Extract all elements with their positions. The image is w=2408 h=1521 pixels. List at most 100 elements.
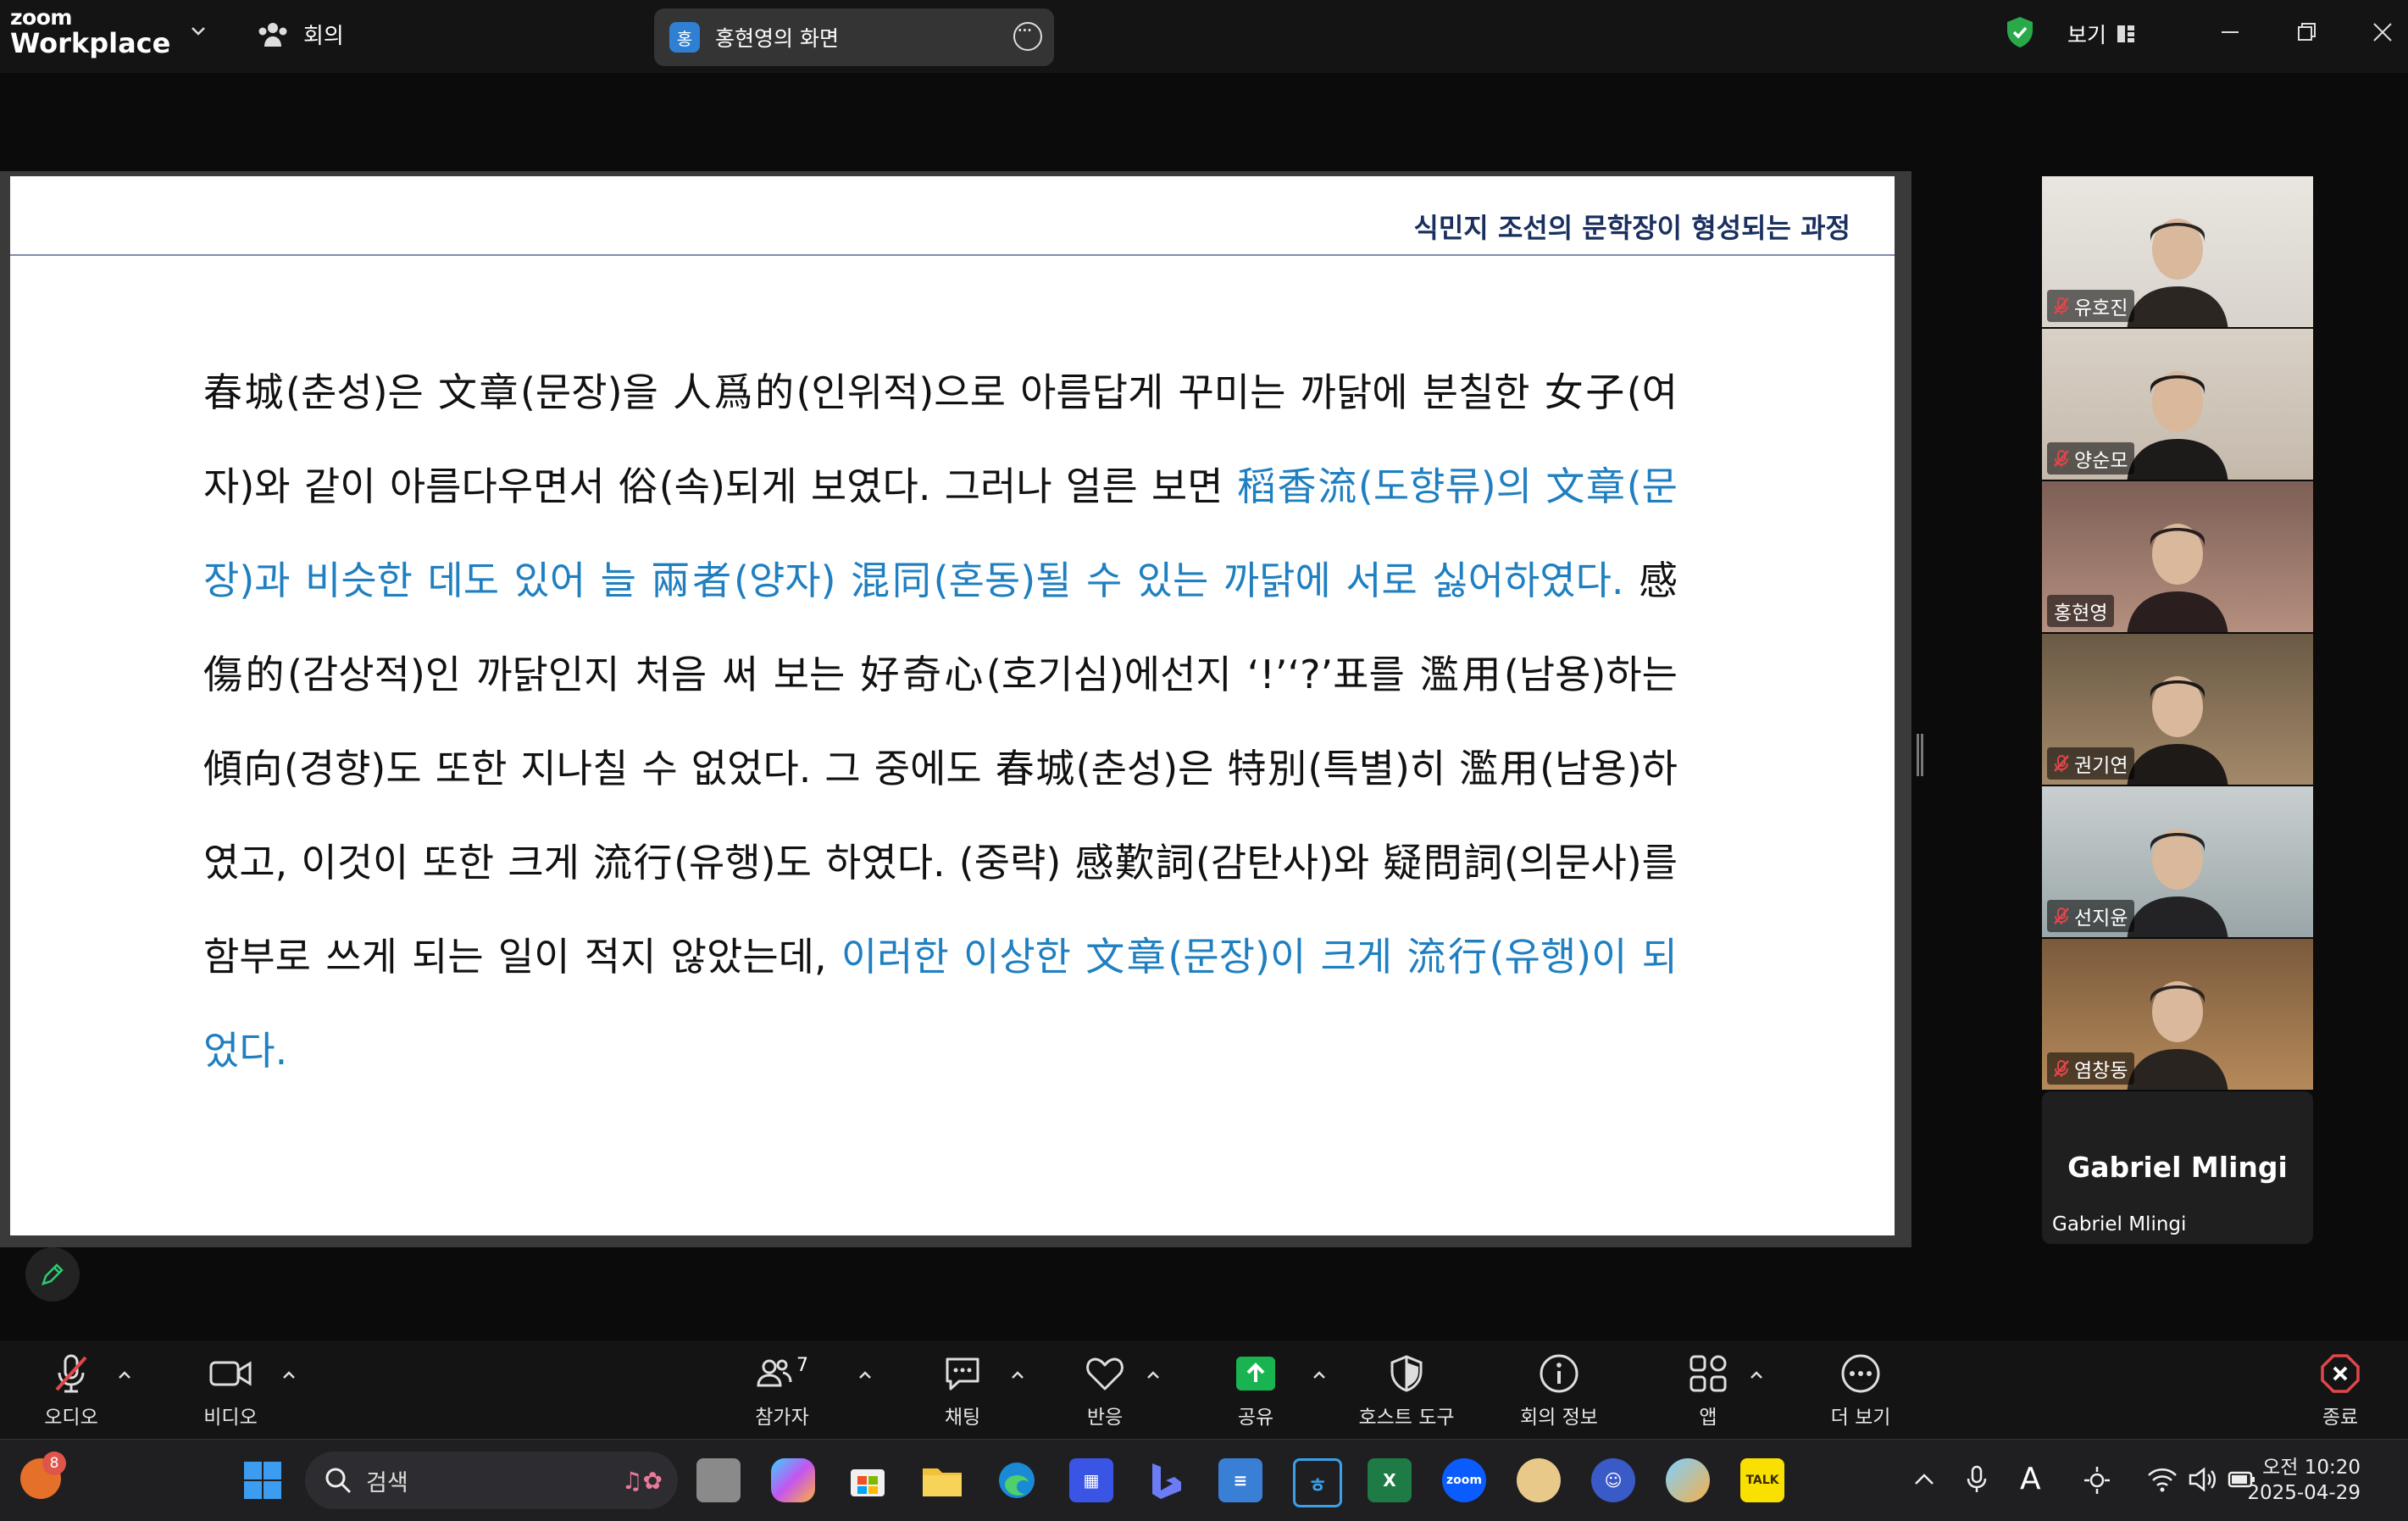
participant-name: 권기연 [2074,755,2128,777]
messenger-owl-icon[interactable] [1517,1458,1561,1502]
kakaotalk-icon[interactable]: TALK [1740,1458,1784,1502]
calendar-app-icon[interactable]: ▦ [1069,1458,1113,1502]
security-shield-icon[interactable] [2005,15,2035,49]
search-highlight-icon: ♫✿ [621,1466,663,1495]
brand-large: Workplace [10,27,171,59]
start-menu-icon[interactable] [241,1458,285,1502]
participant-name-tag: 유호진 [2047,290,2135,322]
apps-button[interactable]: 앱 [1671,1341,1745,1439]
panel-resize-handle[interactable] [1917,734,1923,776]
zoom-taskbar-icon[interactable]: zoom [1442,1458,1486,1502]
participant-silhouette [2127,371,2228,480]
video-button[interactable]: 비디오 [193,1341,268,1439]
chat-button[interactable]: 채팅 [925,1341,1000,1439]
tray-expand-icon[interactable] [1913,1470,1935,1489]
search-icon [325,1468,352,1494]
end-meeting-button[interactable]: 종료 [2303,1341,2377,1439]
ime-indicator[interactable]: A [2020,1462,2041,1496]
restore-icon[interactable] [2291,17,2322,47]
wifi-icon[interactable] [2147,1467,2178,1492]
video-camera-icon [209,1361,252,1386]
chat-icon [946,1357,979,1391]
audio-options-caret-icon[interactable] [117,1368,132,1383]
weather-widget-icon[interactable]: 8 [20,1452,66,1499]
file-explorer-icon[interactable] [920,1458,964,1502]
microphone-tray-icon[interactable] [1962,1463,1996,1497]
search-placeholder: 검색 [366,1469,408,1496]
participants-count: 7 [796,1354,808,1376]
copilot-icon[interactable] [771,1458,815,1502]
share-status-pill[interactable]: 홍 홍현영의 화면 [654,8,1054,66]
participant-silhouette [2127,219,2228,327]
more-button[interactable]: 더 보기 [1810,1341,1911,1439]
audio-label: 오디오 [44,1407,98,1429]
store-icon[interactable] [846,1458,890,1502]
reactions-button[interactable]: 반응 [1068,1341,1142,1439]
more-options-icon[interactable] [1013,19,1042,51]
video-label: 비디오 [203,1407,258,1429]
share-button[interactable]: 공유 [1218,1341,1293,1439]
apps-label: 앱 [1699,1407,1717,1429]
participants-options-caret-icon[interactable] [857,1368,873,1383]
volume-icon[interactable] [2188,1467,2217,1492]
participant-silhouette [2127,676,2228,785]
participants-label: 참가자 [755,1407,809,1429]
annotate-button[interactable] [25,1247,80,1302]
chat-bot-icon[interactable]: ☺ [1591,1458,1635,1502]
taskbar-search[interactable]: 검색 ♫✿ [305,1452,678,1509]
participant-name-tag: 염창동 [2047,1052,2135,1085]
brand-small: zoom [10,5,72,30]
participant-video-tile[interactable]: 선지윤 [2042,786,2313,937]
heart-icon [1086,1357,1124,1391]
meeting-menu[interactable]: 회의 [256,19,344,50]
edge-browser-icon[interactable] [995,1458,1039,1502]
apps-options-caret-icon[interactable] [1749,1368,1764,1383]
bing-app-icon[interactable] [1144,1458,1188,1502]
mic-muted-icon [2054,908,2069,924]
participant-name: 양순모 [2074,450,2128,472]
participant-name: 홍현영 [2054,602,2108,624]
share-options-caret-icon[interactable] [1312,1368,1327,1383]
pencil-icon [42,1263,64,1285]
end-meeting-icon [2321,1354,2360,1393]
meeting-info-button[interactable]: 회의 정보 [1500,1341,1618,1439]
minimize-icon[interactable] [2215,17,2245,47]
view-label: 보기 [2067,23,2107,47]
slide-body: 春城(춘성)은 文章(문장)을 人爲的(인위적)으로 아름답게 꾸미는 까닭에 … [203,346,1678,1098]
participant-video-tile[interactable]: 염창동 [2042,939,2313,1090]
participants-button[interactable]: 7 참가자 [735,1341,829,1439]
participant-video-tile[interactable]: 홍현영 [2042,481,2313,632]
meeting-label: 회의 [303,24,344,49]
host-tools-button[interactable]: 호스트 도구 [1347,1341,1466,1439]
participant-silhouette [2127,829,2228,937]
paint-app-icon[interactable] [1666,1458,1710,1502]
more-icon [1841,1354,1880,1393]
participant-name-tag: 권기연 [2047,747,2135,780]
mic-muted-icon [2054,450,2069,467]
system-clock[interactable]: 오전 10:20 2025-04-29 [2247,1455,2361,1506]
view-button[interactable]: 보기 [2067,19,2135,49]
participant-video-tile[interactable]: 권기연 [2042,634,2313,785]
notepad-icon[interactable]: ≡ [1218,1458,1262,1502]
close-icon[interactable] [2367,17,2398,47]
audio-button[interactable]: 오디오 [34,1341,108,1439]
reactions-options-caret-icon[interactable] [1146,1368,1161,1383]
participant-name-tag: 선지윤 [2047,900,2135,932]
excel-icon[interactable]: X [1368,1458,1412,1502]
chat-label: 채팅 [944,1407,981,1429]
sharer-badge: 홍 [669,22,700,53]
end-label: 종료 [2322,1407,2359,1429]
video-options-caret-icon[interactable] [281,1368,297,1383]
meeting-toolbar: 오디오 비디오 7 참가자 채팅 반응 공유 호스트 도구 회의 정보 앱 더 … [0,1341,2408,1439]
participant-video-tile[interactable]: 유호진 [2042,176,2313,327]
participant-video-tile[interactable]: 양순모 [2042,329,2313,480]
participant-tile-no-video[interactable]: Gabriel Mlingi Gabriel Mlingi [2042,1091,2313,1244]
chevron-down-icon[interactable] [188,20,208,41]
participant-name-tag: 양순모 [2047,442,2135,475]
layout-icon [2117,25,2135,42]
hangul-doc-icon[interactable]: ㅎ [1293,1458,1342,1507]
mic-muted-icon [2054,297,2069,314]
task-view-icon[interactable] [696,1458,741,1502]
chat-options-caret-icon[interactable] [1010,1368,1025,1383]
brightness-icon[interactable] [2083,1465,2111,1496]
